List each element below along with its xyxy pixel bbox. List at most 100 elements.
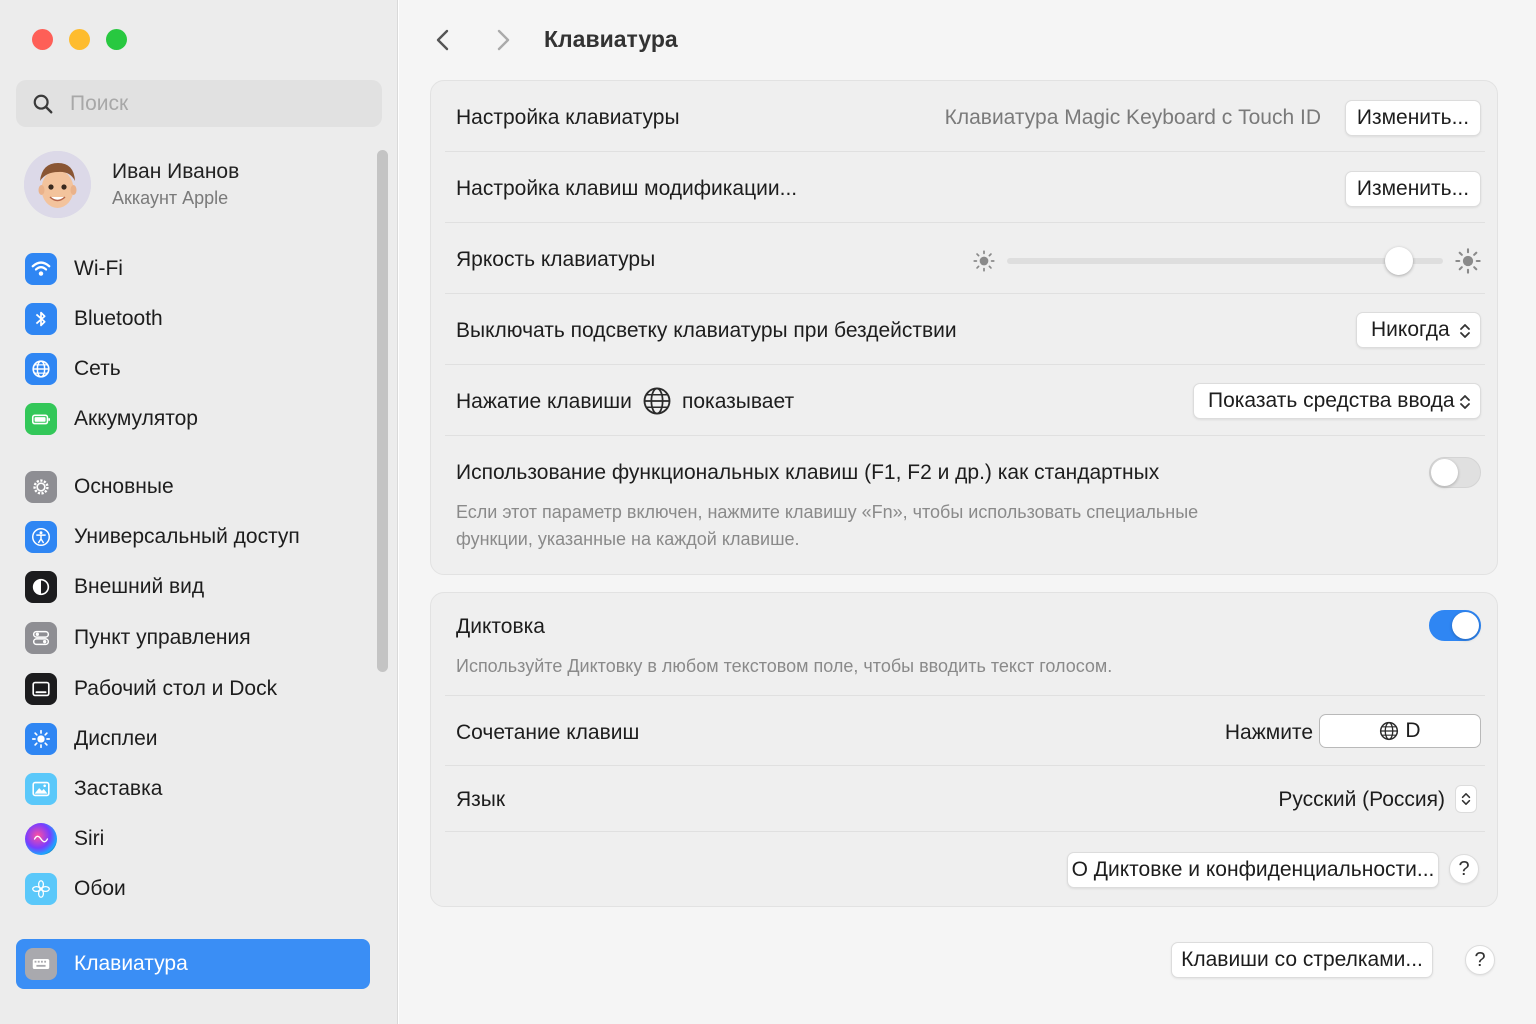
backlight-off-popup[interactable]: Никогда	[1356, 312, 1481, 348]
globe-icon	[25, 353, 57, 385]
dictation-shortcut-field[interactable]: D	[1319, 714, 1481, 748]
keyboard-brightness-label: Яркость клавиатуры	[456, 248, 656, 271]
chevron-up-down-icon	[1461, 793, 1471, 805]
arrow-keys-button[interactable]: Клавиши со стрелками...	[1171, 942, 1433, 978]
apple-account[interactable]: Иван Иванов Аккаунт Apple	[24, 150, 364, 218]
window-controls	[32, 29, 127, 50]
dictation-language-value[interactable]: Русский (Россия)	[1278, 788, 1445, 812]
zoom-window-button[interactable]	[106, 29, 127, 50]
sidebar-item-label: Сеть	[74, 357, 121, 380]
sun-icon	[25, 723, 57, 755]
chevron-up-down-icon	[1460, 324, 1470, 338]
sidebar-item-wifi[interactable]: Wi-Fi	[16, 244, 370, 294]
sidebar-item-network[interactable]: Сеть	[16, 344, 370, 394]
language-popup-button[interactable]	[1455, 785, 1477, 813]
dictation-language-row: Язык Русский (Россия)	[445, 766, 1485, 832]
fn-keys-label: Использование функциональных клавиш (F1,…	[456, 461, 1160, 484]
sidebar-item-control-center[interactable]: Пункт управления	[16, 613, 370, 663]
dictation-language-label: Язык	[456, 788, 506, 811]
sidebar-item-general[interactable]: Основные	[16, 462, 370, 512]
dictation-settings-group: Диктовка Используйте Диктовку в любом те…	[430, 592, 1498, 907]
modifier-keys-label: Настройка клавиш модификации...	[456, 177, 798, 200]
forward-button[interactable]	[489, 26, 517, 54]
bluetooth-icon	[25, 303, 57, 335]
minimize-window-button[interactable]	[69, 29, 90, 50]
sidebar-item-label: Дисплеи	[74, 727, 158, 750]
modifier-keys-change-button[interactable]: Изменить...	[1345, 171, 1481, 207]
fn-keys-description: Если этот параметр включен, нажмите клав…	[456, 502, 1199, 549]
close-window-button[interactable]	[32, 29, 53, 50]
sidebar-item-label: Siri	[74, 827, 105, 850]
sidebar-item-siri[interactable]: Siri	[16, 814, 370, 864]
dictation-shortcut-row: Сочетание клавиш Нажмите D	[445, 696, 1485, 766]
sidebar-item-label: Wi-Fi	[74, 257, 123, 280]
toolbar: Клавиатура	[399, 0, 1536, 80]
help-button[interactable]: ?	[1465, 945, 1495, 975]
search-field[interactable]	[16, 80, 382, 127]
keyboard-settings-group: Настройка клавиатуры Клавиатура Magic Ke…	[430, 80, 1498, 575]
sidebar-item-desktop-dock[interactable]: Рабочий стол и Dock	[16, 664, 370, 714]
sidebar-item-label: Внешний вид	[74, 575, 205, 598]
siri-icon	[25, 823, 57, 855]
dictation-row: Диктовка Используйте Диктовку в любом те…	[445, 593, 1485, 696]
brightness-slider-track[interactable]	[1007, 258, 1443, 264]
brightness-high-icon	[1455, 248, 1481, 274]
avatar	[24, 150, 91, 218]
desktop-dock-icon	[25, 673, 57, 705]
sidebar-item-label: Аккумулятор	[74, 407, 198, 430]
control-center-icon	[25, 622, 57, 654]
backlight-off-label: Выключать подсветку клавиатуры при безде…	[456, 319, 957, 342]
dictation-help-button[interactable]: ?	[1449, 854, 1479, 884]
keyboard-setup-label: Настройка клавиатуры	[456, 106, 680, 129]
dictation-shortcut-prefix: Нажмите	[1224, 721, 1313, 744]
sidebar-item-label: Клавиатура	[74, 952, 188, 975]
search-input[interactable]	[70, 91, 350, 116]
sidebar-item-appearance[interactable]: Внешний вид	[16, 562, 370, 612]
battery-icon	[25, 403, 57, 435]
chevron-up-down-icon	[1460, 395, 1470, 409]
sidebar-scrollbar[interactable]	[377, 150, 388, 672]
sidebar-item-label: Пункт управления	[74, 626, 251, 649]
search-icon	[33, 94, 53, 113]
backlight-off-value: Никогда	[1371, 318, 1450, 341]
screensaver-icon	[25, 773, 57, 805]
globe-key-popup[interactable]: Показать средства ввода	[1193, 383, 1481, 419]
dictation-label: Диктовка	[456, 615, 545, 638]
appearance-icon	[25, 571, 57, 603]
globe-key-label-after: показывает	[682, 390, 795, 413]
sidebar-item-bluetooth[interactable]: Bluetooth	[16, 294, 370, 344]
wifi-icon	[25, 253, 57, 285]
sidebar-item-keyboard[interactable]: Клавиатура	[16, 939, 370, 989]
dictation-shortcut-key: D	[1405, 719, 1421, 742]
sidebar-item-label: Основные	[74, 475, 174, 498]
sidebar-item-displays[interactable]: Дисплеи	[16, 714, 370, 764]
fn-keys-row: Использование функциональных клавиш (F1,…	[445, 436, 1485, 576]
main-content: Клавиатура Настройка клавиатуры Клавиату…	[399, 0, 1536, 1024]
globe-key-icon	[1380, 721, 1399, 741]
dictation-privacy-button[interactable]: О Диктовке и конфиденциальности...	[1067, 852, 1439, 888]
chevron-left-icon	[436, 29, 449, 51]
account-name: Иван Иванов	[112, 159, 240, 183]
dictation-shortcut-label: Сочетание клавиш	[456, 721, 640, 744]
sidebar-item-label: Обои	[74, 877, 126, 900]
brightness-slider-knob[interactable]	[1385, 247, 1414, 275]
sidebar-item-battery[interactable]: Аккумулятор	[16, 394, 370, 444]
sidebar-item-label: Рабочий стол и Dock	[74, 677, 278, 700]
sidebar-item-label: Bluetooth	[74, 307, 163, 330]
sidebar-item-label: Заставка	[74, 777, 163, 800]
keyboard-name-value: Клавиатура Magic Keyboard с Touch ID	[944, 106, 1321, 129]
fn-keys-toggle[interactable]	[1429, 457, 1481, 488]
dictation-toggle[interactable]	[1429, 610, 1481, 641]
keyboard-setup-change-button[interactable]: Изменить...	[1345, 100, 1481, 136]
keyboard-setup-row: Настройка клавиатуры Клавиатура Magic Ke…	[445, 81, 1485, 152]
sidebar-item-wallpaper[interactable]: Обои	[16, 864, 370, 914]
backlight-off-row: Выключать подсветку клавиатуры при безде…	[445, 294, 1485, 365]
gear-icon	[25, 471, 57, 503]
back-button[interactable]	[429, 26, 457, 54]
globe-key-value: Показать средства ввода	[1208, 389, 1455, 412]
keyboard-brightness-row: Яркость клавиатуры	[445, 223, 1485, 294]
sidebar-item-accessibility[interactable]: Универсальный доступ	[16, 512, 370, 562]
wallpaper-flower-icon	[25, 873, 57, 905]
sidebar-item-screensaver[interactable]: Заставка	[16, 764, 370, 814]
page-title: Клавиатура	[544, 26, 678, 52]
